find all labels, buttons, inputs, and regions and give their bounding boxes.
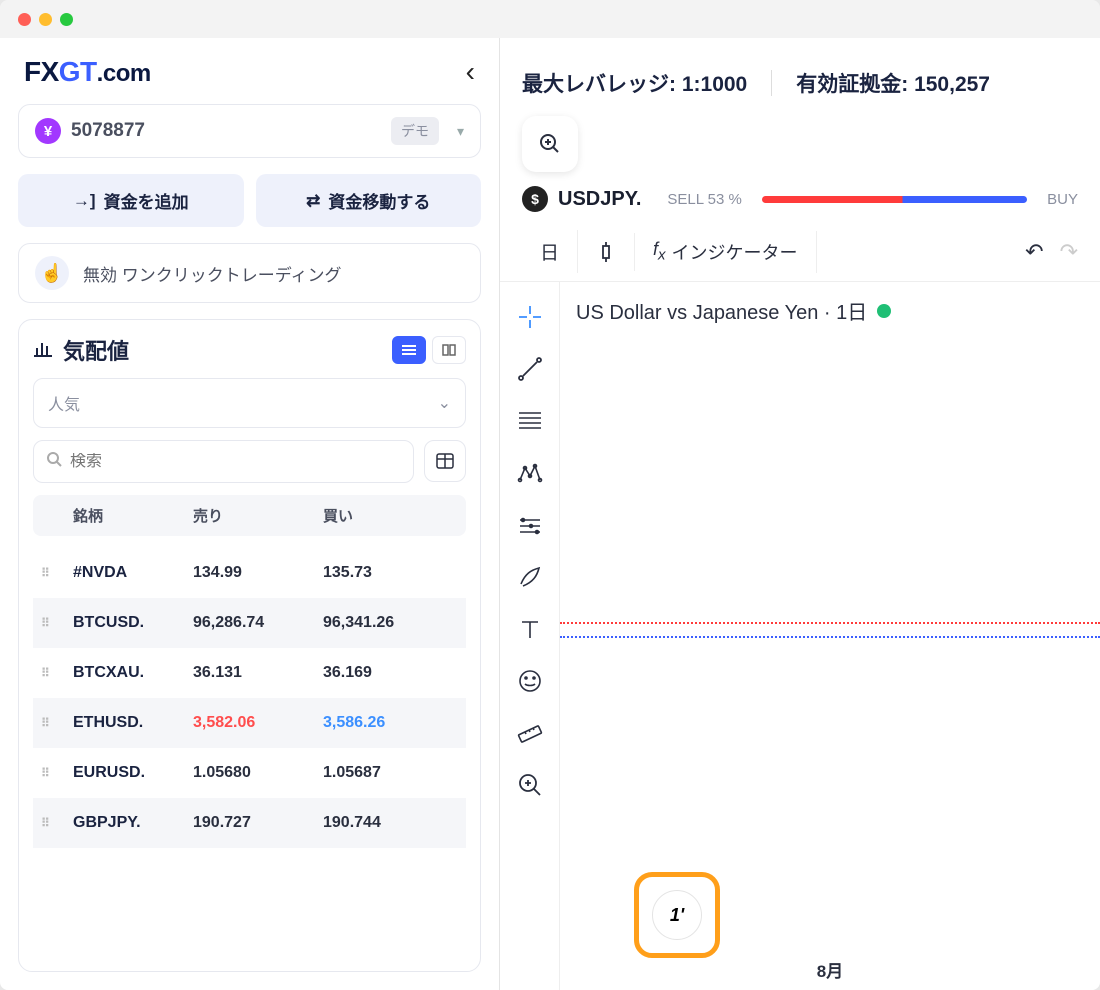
deposit-icon: →] xyxy=(73,191,96,211)
transfer-icon: ⇄ xyxy=(306,191,320,211)
search-input[interactable] xyxy=(70,453,401,471)
emoji-tool-icon[interactable] xyxy=(513,664,547,698)
drag-handle-icon[interactable]: ⠿ xyxy=(41,766,48,780)
table-row[interactable]: ⠿ETHUSD.3,582.063,586.26 xyxy=(33,698,466,748)
table-row[interactable]: ⠿BTCUSD.96,286.7496,341.26 xyxy=(33,598,466,648)
sell-sentiment: SELL 53 % xyxy=(667,191,742,208)
pointer-icon: ☝ xyxy=(35,256,69,290)
chart-title: US Dollar vs Japanese Yen · 1日 xyxy=(568,296,1092,325)
chart-canvas[interactable]: US Dollar vs Japanese Yen · 1日 1' 8月 xyxy=(560,282,1100,990)
instrument-header: $ USDJPY. SELL 53 % BUY xyxy=(500,186,1100,222)
bars-icon xyxy=(33,339,53,362)
add-funds-button[interactable]: →] 資金を追加 xyxy=(18,174,244,227)
category-dropdown[interactable]: 人気 ⌄ xyxy=(33,378,466,428)
pattern-tool-icon[interactable] xyxy=(513,456,547,490)
search-icon xyxy=(46,451,62,472)
chevron-down-icon: ▾ xyxy=(457,123,464,140)
chart-panel: 最大レバレッジ: 1:1000 有効証拠金: 150,257 $ USDJPY.… xyxy=(500,38,1100,990)
window-titlebar xyxy=(0,0,1100,38)
drag-handle-icon[interactable]: ⠿ xyxy=(41,816,48,830)
drag-handle-icon[interactable]: ⠿ xyxy=(41,616,48,630)
market-open-icon xyxy=(877,304,891,318)
drag-handle-icon[interactable]: ⠿ xyxy=(41,566,48,580)
close-window-icon[interactable] xyxy=(18,13,31,26)
drag-handle-icon[interactable]: ⠿ xyxy=(41,666,48,680)
table-row[interactable]: ⠿BTCXAU.36.13136.169 xyxy=(33,648,466,698)
account-number: 5078877 xyxy=(71,120,381,142)
currency-yen-icon: ¥ xyxy=(35,118,61,144)
account-selector[interactable]: ¥ 5078877 デモ ▾ xyxy=(18,104,481,158)
tradingview-icon: 1' xyxy=(652,890,702,940)
undo-button[interactable]: ↶ xyxy=(1025,239,1043,265)
drawing-tools-rail xyxy=(500,282,560,990)
account-info-bar: 最大レバレッジ: 1:1000 有効証拠金: 150,257 xyxy=(500,56,1100,116)
instrument-symbol: USDJPY. xyxy=(558,188,641,211)
brand-logo: FXGT.com xyxy=(24,56,151,88)
crosshair-tool-icon[interactable] xyxy=(513,300,547,334)
x-axis-label: 8月 xyxy=(817,957,843,982)
trendline-tool-icon[interactable] xyxy=(513,352,547,386)
watchlist-header-row: 銘柄 売り 買い xyxy=(33,495,466,536)
dollar-icon: $ xyxy=(522,186,548,212)
demo-badge: デモ xyxy=(391,117,439,145)
table-settings-button[interactable] xyxy=(424,440,466,482)
forecast-tool-icon[interactable] xyxy=(513,508,547,542)
ruler-tool-icon[interactable] xyxy=(513,716,547,750)
minimize-window-icon[interactable] xyxy=(39,13,52,26)
brush-tool-icon[interactable] xyxy=(513,560,547,594)
zoom-tool-icon[interactable] xyxy=(513,768,547,802)
table-row[interactable]: ⠿GBPJPY.190.727190.744 xyxy=(33,798,466,848)
watchlist-title: 気配値 xyxy=(63,334,129,366)
timeframe-button[interactable]: 日 xyxy=(522,230,578,273)
text-tool-icon[interactable] xyxy=(513,612,547,646)
drag-handle-icon[interactable]: ⠿ xyxy=(41,716,48,730)
buy-sentiment: BUY xyxy=(1047,191,1078,208)
sentiment-bar xyxy=(762,196,1027,203)
oneclick-trading-toggle[interactable]: ☝ 無効 ワンクリックトレーディング xyxy=(18,243,481,303)
chart-toolbar: 日 fx インジケーター ↶ ↷ xyxy=(500,222,1100,282)
bid-line xyxy=(560,636,1100,638)
maximize-window-icon[interactable] xyxy=(60,13,73,26)
search-input-wrap xyxy=(33,440,414,483)
table-row[interactable]: ⠿#NVDA134.99135.73 xyxy=(33,548,466,598)
collapse-sidebar-icon[interactable]: ‹ xyxy=(466,56,475,88)
sidebar: FXGT.com ‹ ¥ 5078877 デモ ▾ →] 資金を追加 ⇄ 資金移… xyxy=(0,38,500,990)
move-funds-button[interactable]: ⇄ 資金移動する xyxy=(256,174,482,227)
fib-tool-icon[interactable] xyxy=(513,404,547,438)
table-row[interactable]: ⠿EURUSD.1.056801.05687 xyxy=(33,748,466,798)
chevron-down-icon: ⌄ xyxy=(438,393,451,413)
chart-type-button[interactable] xyxy=(578,233,635,271)
list-view-button[interactable] xyxy=(392,336,426,364)
watchlist-panel: 気配値 人気 ⌄ xyxy=(18,319,481,972)
symbol-search-button[interactable] xyxy=(522,116,578,172)
indicator-button[interactable]: fx インジケーター xyxy=(635,231,817,273)
ask-line xyxy=(560,622,1100,624)
tradingview-logo-highlight[interactable]: 1' xyxy=(634,872,720,958)
redo-button[interactable]: ↷ xyxy=(1060,239,1078,265)
grid-view-button[interactable] xyxy=(432,336,466,364)
